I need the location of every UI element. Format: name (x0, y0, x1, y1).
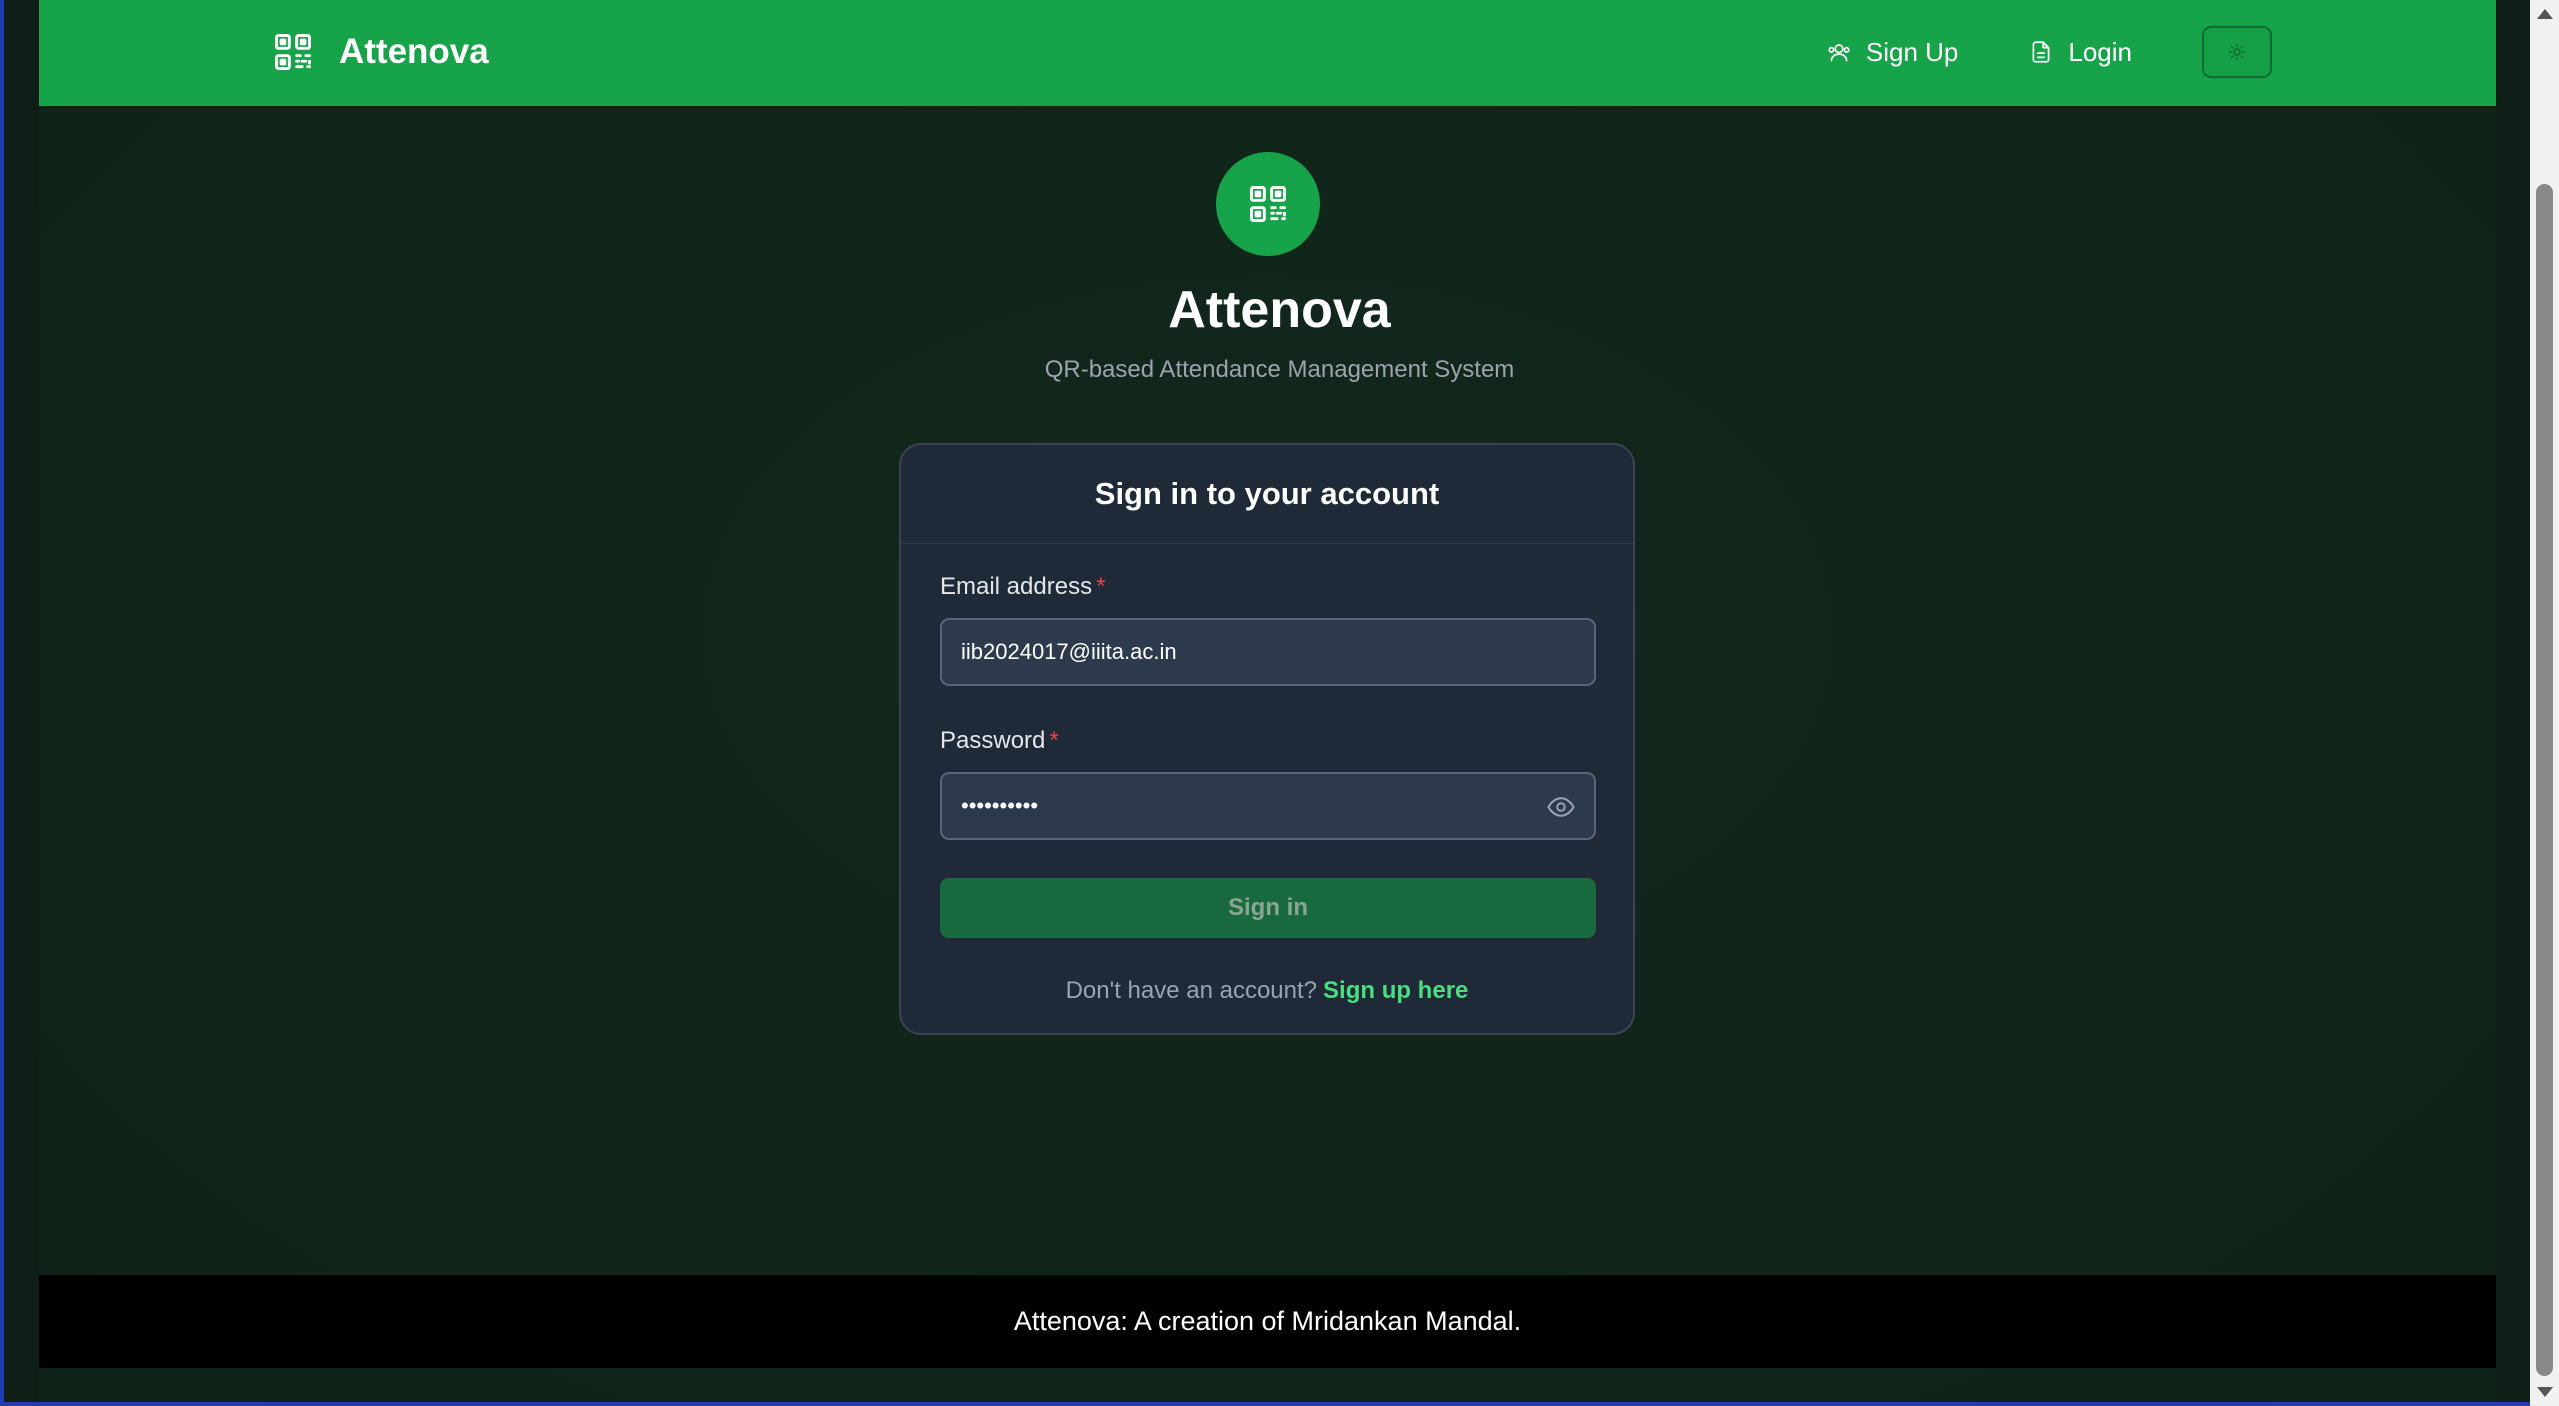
password-label: Password * (940, 727, 1059, 755)
login-card: Sign in to your account Email address * i… (899, 443, 1635, 1035)
signup-prompt: Don't have an account? (1065, 977, 1318, 1004)
nav-links: Sign Up Login (1826, 26, 2272, 78)
nav-login-label: Login (2068, 36, 2132, 67)
vertical-scrollbar[interactable] (2530, 0, 2559, 1406)
scrollbar-thumb[interactable] (2536, 184, 2553, 1376)
page-subtitle: QR-based Attendance Management System (1044, 356, 1515, 383)
password-field[interactable]: •••••••••• (940, 772, 1596, 840)
top-navbar: Attenova Sign Up Login (39, 0, 2496, 106)
required-marker: * (1096, 573, 1106, 600)
nav-signup-link[interactable]: Sign Up (1826, 36, 1959, 68)
window-border-bottom (0, 1402, 2559, 1406)
nav-signup-label: Sign Up (1865, 36, 1959, 67)
qr-code-icon (1250, 186, 1286, 222)
footer: Attenova: A creation of Mridankan Mandal… (39, 1275, 2496, 1368)
users-icon (1828, 44, 1850, 62)
required-marker: * (1049, 727, 1059, 754)
theme-toggle-button[interactable] (2202, 26, 2272, 78)
password-value: •••••••••• (961, 793, 1039, 818)
scroll-up-arrow-icon[interactable] (2537, 9, 2553, 19)
signup-link[interactable]: Sign up here (1323, 977, 1468, 1004)
scroll-down-arrow-icon[interactable] (2537, 1387, 2553, 1397)
window-border-left (0, 0, 4, 1406)
page-title: Attenova (1168, 281, 1391, 339)
password-label-text: Password (940, 727, 1046, 754)
footer-text: Attenova: A creation of Mridankan Mandal… (1013, 1306, 1522, 1336)
signin-button[interactable]: Sign in (940, 878, 1596, 938)
login-card-heading: Sign in to your account (901, 445, 1633, 544)
hero-logo (1216, 152, 1320, 256)
email-field[interactable]: iib2024017@iiita.ac.in (940, 618, 1596, 686)
email-label-text: Email address (940, 573, 1093, 600)
brand[interactable]: Attenova (271, 30, 489, 74)
email-value: iib2024017@iiita.ac.in (961, 639, 1177, 664)
eye-icon[interactable] (1546, 792, 1576, 822)
qr-code-icon (275, 34, 311, 70)
sun-icon (2228, 43, 2246, 61)
document-icon (2032, 41, 2050, 63)
email-label: Email address * (940, 573, 1105, 601)
signup-prompt-line: Don't have an account? Sign up here (901, 977, 1633, 1005)
nav-login-link[interactable]: Login (2028, 37, 2132, 68)
brand-name: Attenova (339, 32, 489, 71)
